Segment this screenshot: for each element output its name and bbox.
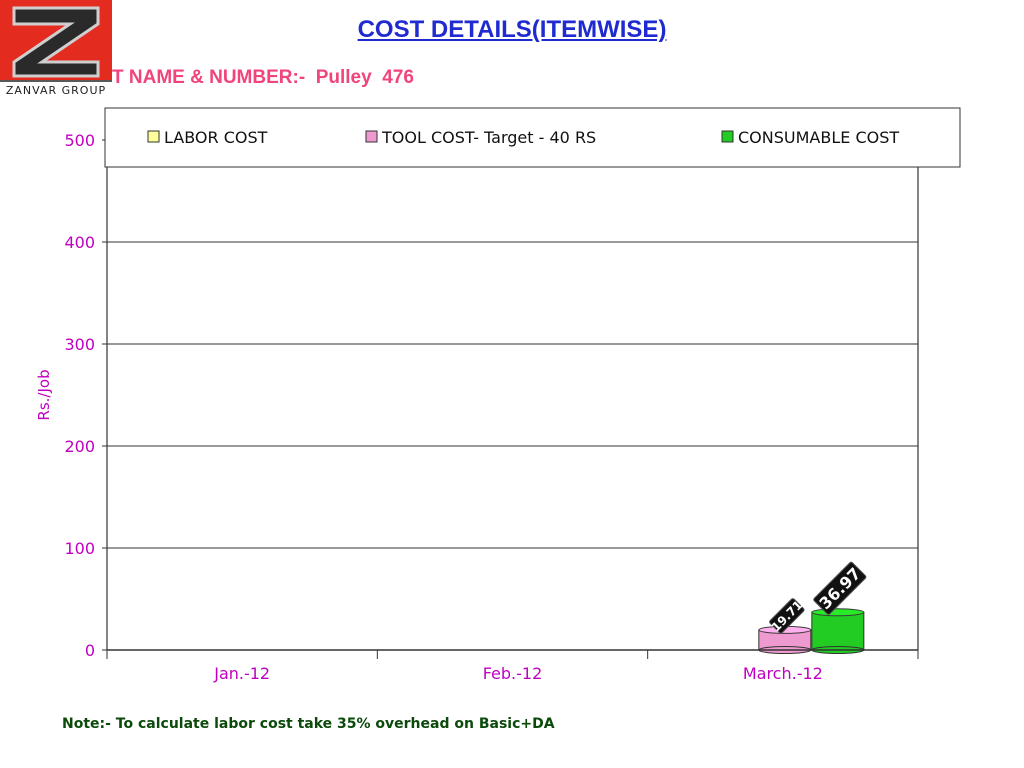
- y-tick-label-400: 400: [64, 233, 95, 252]
- x-tick-label-1: Feb.-12: [483, 664, 543, 683]
- y-axis-label: Rs./Job: [35, 369, 53, 420]
- axes: [106, 140, 919, 651]
- bars: 19.7136.97: [758, 561, 867, 654]
- data-label-text-consumable: 36.97: [815, 564, 864, 613]
- y-tick-label-0: 0: [85, 641, 95, 660]
- y-tick-label-200: 200: [64, 437, 95, 456]
- x-tick-label-0: Jan.-12: [213, 664, 270, 683]
- legend: LABOR COST TOOL COST- Target - 40 RS CON…: [104, 107, 961, 168]
- legend-swatch-labor: [147, 130, 160, 143]
- footnote: Note:- To calculate labor cost take 35% …: [62, 716, 555, 732]
- legend-swatch-tool: [365, 130, 378, 143]
- legend-label-consumable: CONSUMABLE COST: [738, 128, 899, 147]
- x-tick-label-2: March.-12: [743, 664, 823, 683]
- bar-consumable-2: [811, 608, 865, 654]
- legend-swatch-consumable: [721, 130, 734, 143]
- legend-label-labor: LABOR COST: [164, 128, 268, 147]
- legend-label-tool: TOOL COST- Target - 40 RS: [381, 128, 596, 147]
- y-tick-label-100: 100: [64, 539, 95, 558]
- y-tick-label-300: 300: [64, 335, 95, 354]
- gridlines: [107, 139, 918, 549]
- y-tick-label-500: 500: [64, 131, 95, 150]
- data-label-consumable: 36.97: [813, 561, 867, 615]
- cost-chart: 19.7136.97 0 100 200 300 400 500 Jan.-12 Feb.-1…: [35, 107, 961, 683]
